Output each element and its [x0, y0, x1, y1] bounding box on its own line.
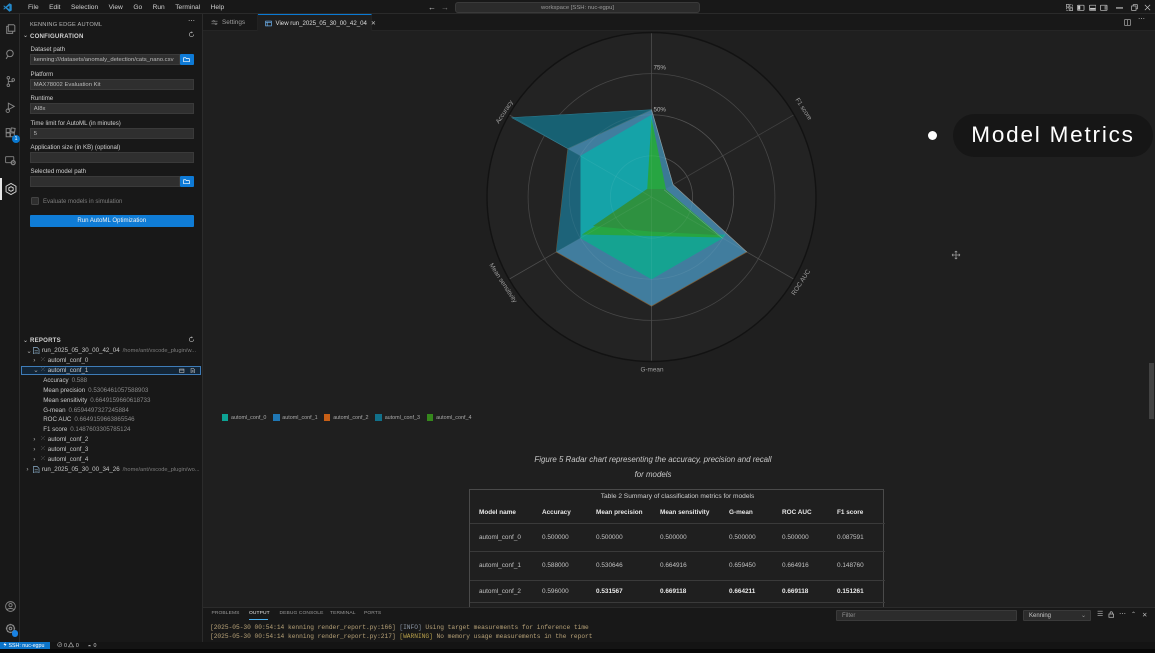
svg-text:G-mean: G-mean — [640, 367, 664, 374]
svg-text:75%: 75% — [654, 65, 667, 72]
svg-text:50%: 50% — [654, 107, 667, 114]
